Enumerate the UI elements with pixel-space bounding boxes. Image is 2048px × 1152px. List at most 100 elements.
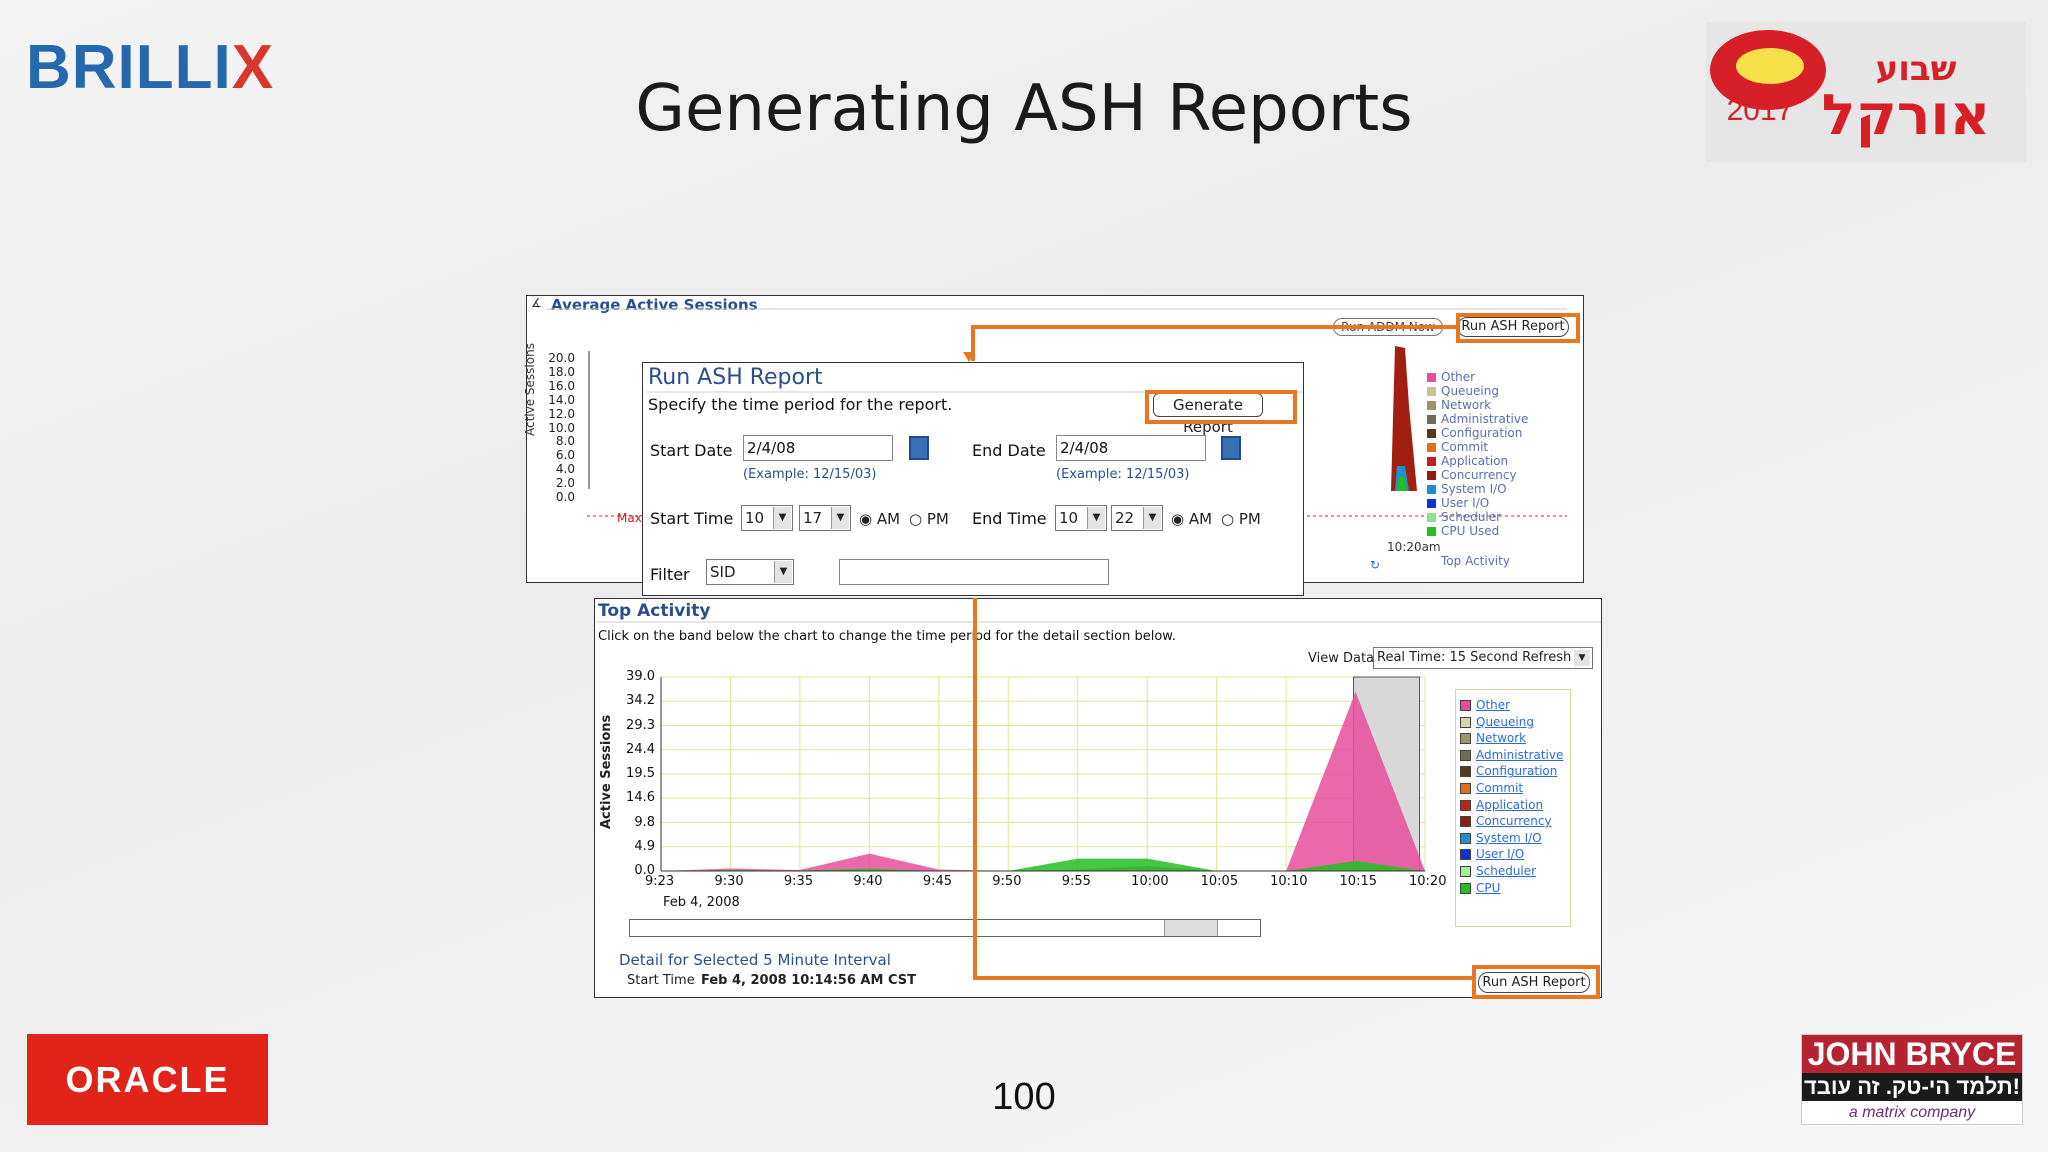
x-tick-label: 9:23 bbox=[645, 874, 675, 889]
arrow-head-icon bbox=[963, 352, 975, 362]
legend-swatch bbox=[1460, 849, 1471, 861]
oracle-week-logo: 2017 שבוע אורקל bbox=[1706, 22, 2026, 162]
chart-date-label: Feb 4, 2008 bbox=[663, 895, 740, 910]
legend-label[interactable]: Application bbox=[1476, 798, 1543, 812]
legend-swatch bbox=[1427, 457, 1436, 466]
y-tick-label: 34.2 bbox=[626, 693, 655, 709]
legend-item[interactable]: Configuration bbox=[1460, 764, 1557, 778]
aas-ytick: 20.0 bbox=[548, 351, 575, 365]
legend-item[interactable]: Network bbox=[1460, 731, 1526, 745]
x-tick-label: 10:00 bbox=[1131, 874, 1169, 889]
filter-select[interactable]: SID ▼ bbox=[706, 559, 794, 585]
aas-legend-item: Concurrency bbox=[1427, 468, 1517, 482]
start-minute-select[interactable]: 17 ▼ bbox=[799, 505, 851, 531]
x-tick-label: 9:35 bbox=[783, 874, 814, 889]
legend-label[interactable]: User I/O bbox=[1476, 847, 1524, 861]
legend-label: Application bbox=[1441, 454, 1509, 468]
legend-label[interactable]: Scheduler bbox=[1476, 864, 1536, 878]
jb-logo-title: JOHN BRYCE bbox=[1802, 1035, 2022, 1073]
aas-title: Average Active Sessions bbox=[551, 296, 758, 314]
aas-ytick: 2.0 bbox=[555, 476, 575, 491]
legend-label[interactable]: Configuration bbox=[1476, 764, 1557, 778]
start-hour-select[interactable]: 10 ▼ bbox=[741, 505, 793, 531]
aas-legend-item: Configuration bbox=[1427, 426, 1522, 440]
end-date-calendar-icon[interactable] bbox=[1221, 436, 1241, 460]
legend-label[interactable]: System I/O bbox=[1476, 831, 1542, 845]
end-am-radio[interactable]: ◉ AM bbox=[1171, 510, 1212, 528]
legend-item[interactable]: Scheduler bbox=[1460, 864, 1536, 878]
start-hour-value: 10 bbox=[745, 509, 765, 527]
legend-label: Configuration bbox=[1441, 426, 1523, 440]
legend-label[interactable]: Other bbox=[1476, 698, 1510, 712]
aas-legend-item: Application bbox=[1427, 454, 1508, 468]
legend-item[interactable]: User I/O bbox=[1460, 847, 1524, 861]
x-tick-label: 9:55 bbox=[1061, 874, 1091, 889]
legend-label[interactable]: Concurrency bbox=[1476, 814, 1552, 828]
y-tick-label: 24.4 bbox=[626, 741, 655, 757]
aas-top-activity-link[interactable]: Top Activity bbox=[1441, 554, 1510, 568]
legend-item[interactable]: Application bbox=[1460, 798, 1543, 812]
x-tick-label: 10:10 bbox=[1270, 874, 1308, 889]
legend-item[interactable]: System I/O bbox=[1460, 831, 1542, 845]
time-band-slider[interactable] bbox=[629, 919, 1261, 937]
legend-item[interactable]: Commit bbox=[1460, 781, 1523, 795]
legend-label[interactable]: Commit bbox=[1476, 781, 1523, 795]
connector-line bbox=[973, 976, 1473, 980]
legend-label[interactable]: Network bbox=[1476, 731, 1526, 745]
end-pm-radio[interactable]: ○ PM bbox=[1221, 510, 1261, 528]
end-am-label: AM bbox=[1188, 510, 1213, 528]
legend-item[interactable]: Queueing bbox=[1460, 715, 1534, 729]
top-activity-chart[interactable] bbox=[595, 599, 1603, 929]
legend-label[interactable]: Queueing bbox=[1476, 715, 1534, 729]
legend-label[interactable]: CPU bbox=[1476, 881, 1500, 895]
legend-item[interactable]: Other bbox=[1460, 698, 1510, 712]
top-activity-legend: Other Queueing Network Administrative Config… bbox=[1455, 689, 1571, 927]
y-tick-label: 19.5 bbox=[626, 766, 655, 781]
dialog-title: Run ASH Report bbox=[648, 365, 823, 390]
x-tick-label: 10:20 bbox=[1409, 874, 1447, 889]
end-date-field[interactable]: 2/4/08 bbox=[1056, 435, 1206, 461]
legend-item[interactable]: Concurrency bbox=[1460, 814, 1552, 828]
aas-legend-item: Queueing bbox=[1427, 384, 1499, 398]
start-date-field[interactable]: 2/4/08 bbox=[743, 435, 893, 461]
start-am-radio[interactable]: ◉ AM bbox=[859, 510, 900, 528]
legend-swatch bbox=[1427, 401, 1436, 410]
legend-label: Other bbox=[1441, 370, 1476, 384]
aas-legend-item: System I/O bbox=[1427, 482, 1507, 496]
x-tick-label: 9:30 bbox=[714, 874, 744, 889]
end-date-label: End Date bbox=[972, 441, 1046, 460]
time-band-selection[interactable] bbox=[1164, 920, 1218, 936]
jb-logo-slogan: תלמד הי-טק. זה עובד! bbox=[1802, 1073, 2022, 1101]
detail-interval-label: Detail for Selected 5 Minute Interval bbox=[619, 951, 891, 969]
legend-swatch bbox=[1460, 882, 1471, 894]
connector-line bbox=[971, 325, 1457, 329]
aas-ytick: 16.0 bbox=[548, 378, 575, 393]
y-tick-label: 29.3 bbox=[626, 717, 655, 733]
legend-item[interactable]: Administrative bbox=[1460, 748, 1563, 762]
aas-ytick: 0.0 bbox=[555, 490, 575, 504]
legend-label: Concurrency bbox=[1441, 468, 1517, 482]
legend-swatch bbox=[1427, 429, 1436, 438]
start-minute-value: 17 bbox=[803, 509, 823, 527]
aas-ylabel: Active Sessions bbox=[523, 343, 537, 436]
refresh-icon[interactable]: ↻ bbox=[1370, 558, 1380, 572]
x-tick-label: 10:05 bbox=[1200, 874, 1239, 889]
aas-spike bbox=[1391, 346, 1417, 491]
start-date-calendar-icon[interactable] bbox=[909, 436, 929, 460]
aas-legend-item: User I/O bbox=[1427, 496, 1489, 510]
end-hour-select[interactable]: 10 ▼ bbox=[1055, 505, 1107, 531]
event-year: 2017 bbox=[1727, 94, 1794, 127]
detail-start-time-label: Start Time bbox=[627, 973, 695, 988]
start-pm-radio[interactable]: ○ PM bbox=[909, 510, 949, 528]
legend-swatch bbox=[1460, 866, 1471, 877]
aas-ytick: 4.0 bbox=[555, 462, 575, 477]
end-date-example: (Example: 12/15/03) bbox=[1056, 467, 1190, 482]
end-minute-select[interactable]: 22 ▼ bbox=[1111, 505, 1163, 531]
aas-legend-item: Administrative bbox=[1427, 412, 1528, 426]
filter-text-field[interactable] bbox=[839, 559, 1109, 585]
legend-label[interactable]: Administrative bbox=[1476, 748, 1563, 762]
legend-item[interactable]: CPU bbox=[1460, 881, 1500, 895]
x-tick-label: 10:15 bbox=[1339, 874, 1377, 889]
legend-swatch bbox=[1427, 415, 1436, 424]
x-tick-label: 9:45 bbox=[922, 874, 953, 889]
